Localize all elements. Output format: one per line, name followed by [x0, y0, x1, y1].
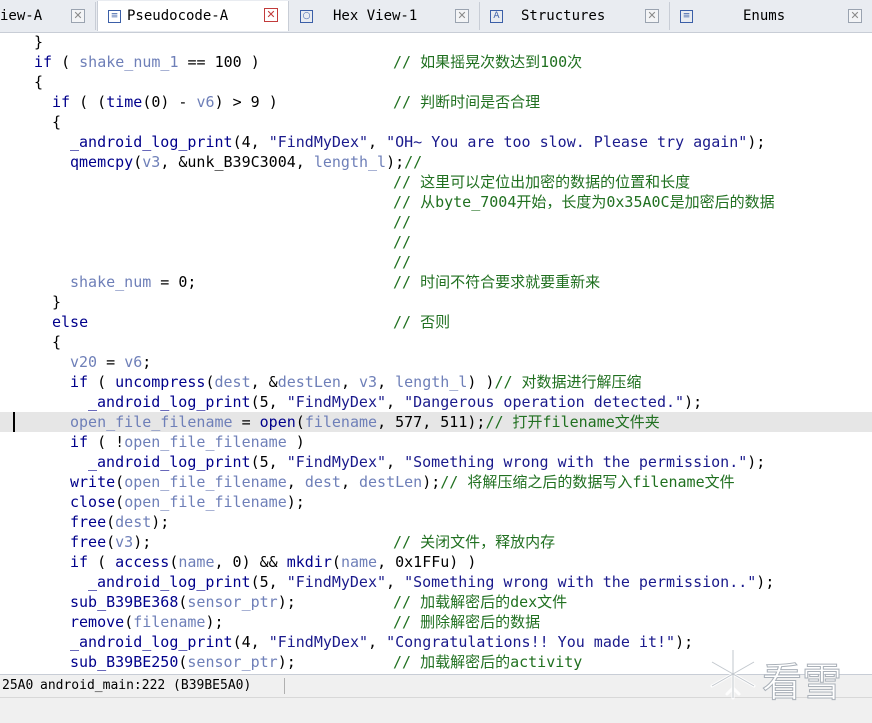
code-comment: // 关闭文件，释放内存 [393, 533, 556, 551]
code-line: // [0, 252, 872, 272]
code-line: } [52, 293, 62, 311]
code-line-current: open_file_filename = open(filename, 577,… [0, 412, 872, 432]
code-line: sub_B39BE368(sensor_ptr);// 加载解密后的dex文件 [70, 593, 568, 611]
code-comment: // [393, 253, 412, 271]
close-icon[interactable]: ✕ [645, 9, 659, 23]
code-line: { [52, 333, 62, 351]
structures-icon: A [490, 9, 503, 23]
code-comment: // 判断时间是否合理 [393, 93, 541, 111]
tab-pseudocode[interactable]: ≡ Pseudocode-A ✕ [97, 1, 289, 31]
code-comment: // [404, 153, 423, 171]
code-line: if ( !open_file_filename ) [70, 433, 305, 451]
code-comment: // 如果摇晃次数达到100次 [393, 53, 583, 71]
tab-label: Structures [521, 8, 606, 24]
code-line: // [0, 212, 872, 232]
code-line: v20 = v6; [70, 353, 152, 371]
enums-icon: ≡ [680, 9, 693, 23]
tab-ida-view[interactable]: iew-A ✕ [0, 2, 96, 30]
tab-label: Enums [743, 8, 786, 24]
tab-structures[interactable]: A Structures ✕ [480, 2, 670, 30]
code-comment: // 打开filename文件夹 [485, 413, 660, 431]
code-line: if ( shake_num_1 == 100 )// 如果摇晃次数达到100次 [34, 53, 583, 71]
code-comment: // 这里可以定位出加密的数据的位置和长度 [393, 173, 691, 191]
hex-view-icon: ○ [300, 9, 313, 23]
status-divider [284, 678, 285, 694]
tab-label: iew-A [0, 8, 43, 24]
code-comment: // 从byte_7004开始，长度为0x35A0C是加密后的数据 [393, 193, 775, 211]
close-icon[interactable]: ✕ [264, 8, 278, 22]
code-line: _android_log_print(5, "FindMyDex", "Some… [88, 453, 766, 471]
snowflake-icon [710, 648, 756, 700]
close-icon[interactable]: ✕ [455, 9, 469, 23]
tab-bar: iew-A ✕ ≡ Pseudocode-A ✕ ○ Hex View-1 ✕ … [0, 0, 872, 33]
tab-hex-view[interactable]: ○ Hex View-1 ✕ [290, 2, 480, 30]
watermark: 看雪 [708, 644, 858, 707]
code-comment: // [393, 233, 412, 251]
code-comment: // 删除解密后的数据 [393, 613, 541, 631]
status-function: android_main:222 (B39BE5A0) [40, 678, 252, 693]
code-comment: // [393, 213, 412, 231]
code-line: // 从byte_7004开始，长度为0x35A0C是加密后的数据 [0, 192, 872, 212]
watermark-text: 看雪 [762, 660, 843, 707]
code-line: { [52, 113, 62, 131]
tab-enums[interactable]: ≡ Enums ✕ [670, 2, 872, 30]
code-line: if ( uncompress(dest, &destLen, v3, leng… [70, 373, 642, 391]
code-line: // 这里可以定位出加密的数据的位置和长度 [0, 172, 872, 192]
code-comment: // 对数据进行解压缩 [494, 373, 642, 391]
code-comment: // 将解压缩之后的数据写入filename文件 [440, 473, 735, 491]
close-icon[interactable]: ✕ [71, 9, 85, 23]
code-line: if ( (time(0) - v6) > 9 )// 判断时间是否合理 [52, 93, 541, 111]
code-comment: // 时间不符合要求就要重新来 [393, 273, 601, 291]
code-comment: // 加载解密后的dex文件 [393, 593, 568, 611]
status-address: 25A0 [2, 678, 34, 693]
close-icon[interactable]: ✕ [848, 9, 862, 23]
code-line: else// 否则 [52, 313, 451, 331]
pseudocode-icon: ≡ [108, 9, 121, 23]
tab-label: Pseudocode-A [127, 8, 229, 24]
code-line: qmemcpy(v3, &unk_B39C3004, length_l);// [70, 153, 423, 171]
code-line: shake_num = 0;// 时间不符合要求就要重新来 [70, 273, 601, 291]
code-line: _android_log_print(5, "FindMyDex", "Some… [88, 573, 775, 591]
code-comment: // 否则 [393, 313, 451, 331]
code-line: { [34, 73, 44, 91]
code-line: } [34, 33, 44, 51]
tab-label: Hex View-1 [333, 8, 418, 24]
code-line: if ( access(name, 0) && mkdir(name, 0x1F… [70, 553, 477, 571]
code-line: free(dest); [70, 513, 170, 531]
pseudocode-view[interactable]: } if ( shake_num_1 == 100 )// 如果摇晃次数达到10… [0, 32, 872, 674]
code-line: free(v3);// 关闭文件，释放内存 [70, 533, 556, 551]
code-comment: // 加载解密后的activity [393, 653, 583, 671]
code-line: write(open_file_filename, dest, destLen)… [70, 473, 735, 491]
code-line: _android_log_print(5, "FindMyDex", "Dang… [88, 393, 703, 411]
code-line: remove(filename);// 删除解密后的数据 [70, 613, 541, 631]
text-cursor [13, 412, 15, 432]
code-line: close(open_file_filename); [70, 493, 305, 511]
code-line: _android_log_print(4, "FindMyDex", "OH~ … [70, 133, 766, 151]
code-line: // [0, 232, 872, 252]
